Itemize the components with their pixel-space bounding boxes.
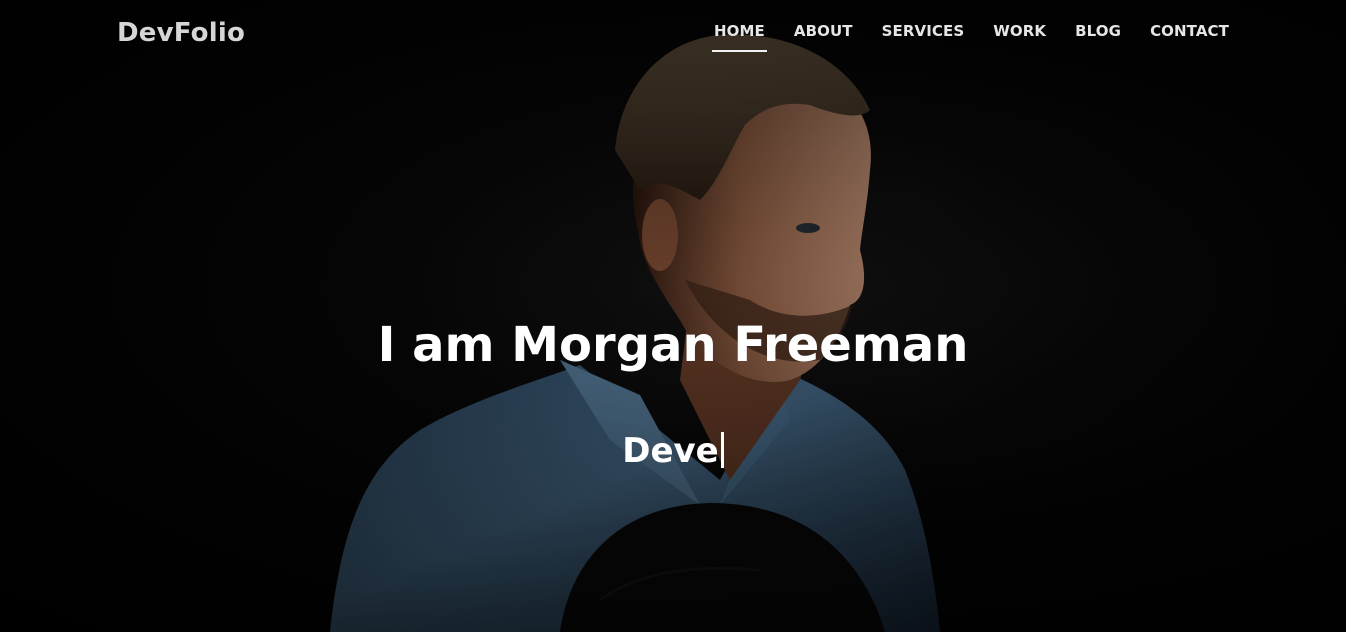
brand-logo-link[interactable]: DevFolio xyxy=(117,18,245,48)
hero-typed-subtitle: Deve xyxy=(0,428,1346,474)
nav-item-home: HOME xyxy=(712,22,767,52)
nav-item-blog: BLOG xyxy=(1073,22,1123,52)
nav-item-contact: CONTACT xyxy=(1148,22,1231,52)
nav-link-contact[interactable]: CONTACT xyxy=(1148,22,1231,52)
typing-cursor xyxy=(720,432,724,468)
nav-link-services[interactable]: SERVICES xyxy=(880,22,967,52)
nav-item-about: ABOUT xyxy=(792,22,855,52)
nav-item-services: SERVICES xyxy=(880,22,967,52)
nav-link-blog[interactable]: BLOG xyxy=(1073,22,1123,52)
hero-section: DevFolio HOME ABOUT SERVICES WORK BLOG C… xyxy=(0,0,1346,632)
hero-typed-text: Deve xyxy=(622,431,719,471)
hero-title: I am Morgan Freeman xyxy=(377,317,969,373)
nav-link-about[interactable]: ABOUT xyxy=(792,22,855,52)
nav-link-work[interactable]: WORK xyxy=(991,22,1048,52)
nav-item-work: WORK xyxy=(991,22,1048,52)
nav-link-home[interactable]: HOME xyxy=(712,22,767,52)
main-nav: HOME ABOUT SERVICES WORK BLOG CONTACT xyxy=(712,22,1231,56)
top-navbar: DevFolio HOME ABOUT SERVICES WORK BLOG C… xyxy=(0,0,1346,68)
